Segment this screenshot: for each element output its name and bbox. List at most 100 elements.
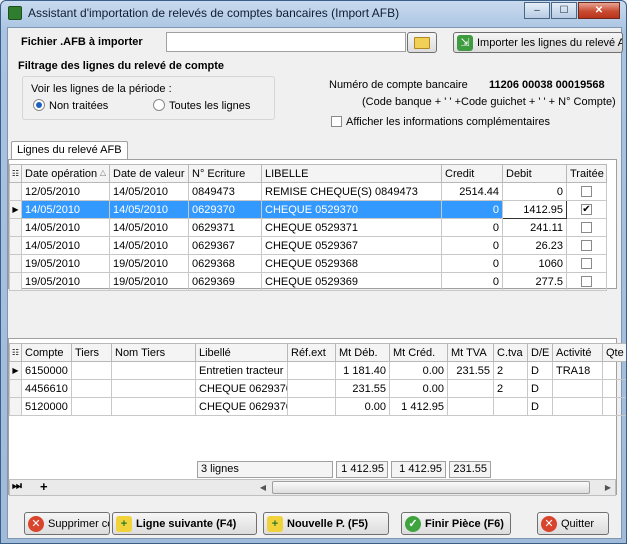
cell-ecriture[interactable]: 0629371 bbox=[188, 218, 262, 237]
cell-mt-cred[interactable]: 1 412.95 bbox=[389, 397, 448, 416]
cell-credit[interactable]: 2514.44 bbox=[441, 182, 503, 201]
cell-compte[interactable]: 5120000 bbox=[21, 397, 72, 416]
cell-qte[interactable] bbox=[602, 379, 626, 398]
scroll-right-icon[interactable]: ▶ bbox=[600, 480, 616, 495]
cell-libelle[interactable]: CHEQUE 0629370 bbox=[195, 379, 288, 398]
cell-de[interactable]: D bbox=[527, 379, 553, 398]
cell-debit[interactable]: 26.23 bbox=[502, 236, 567, 255]
col-activite[interactable]: Activité bbox=[552, 343, 603, 362]
cell-ref[interactable] bbox=[287, 397, 336, 416]
nav-last-icon[interactable]: ⏭ bbox=[12, 480, 22, 493]
statement-row[interactable]: 14/05/2010 14/05/2010 0629367 CHEQUE 052936… bbox=[9, 236, 607, 255]
entry-row[interactable]: ▶ 6150000 Entretien tracteur 1 181.40 0.00 23… bbox=[9, 361, 626, 380]
file-path-input[interactable] bbox=[166, 32, 406, 52]
cell-traitee[interactable]: ✔ bbox=[566, 200, 607, 219]
col-traitee[interactable]: Traitée bbox=[566, 164, 607, 183]
col-compte[interactable]: Compte bbox=[21, 343, 72, 362]
cell-qte[interactable] bbox=[602, 361, 626, 380]
cell-libelle[interactable]: CHEQUE 0629370 bbox=[195, 397, 288, 416]
cell-libelle[interactable]: Entretien tracteur bbox=[195, 361, 288, 380]
cell-ctva[interactable] bbox=[493, 397, 528, 416]
cell-mt-tva[interactable] bbox=[447, 397, 494, 416]
cell-ecriture[interactable]: 0629367 bbox=[188, 236, 262, 255]
col-ecriture[interactable]: N° Ecriture bbox=[188, 164, 262, 183]
traitee-checkbox[interactable] bbox=[581, 222, 592, 234]
statement-row[interactable]: 14/05/2010 14/05/2010 0629371 CHEQUE 052937… bbox=[9, 218, 607, 237]
col-date-valeur[interactable]: Date de valeur bbox=[109, 164, 189, 183]
cell-date-operation[interactable]: 12/05/2010 bbox=[21, 182, 110, 201]
cell-date-operation[interactable]: 19/05/2010 bbox=[21, 254, 110, 273]
col-qte[interactable]: Qte bbox=[602, 343, 626, 362]
next-line-button[interactable]: + Ligne suivante (F4) bbox=[112, 512, 257, 535]
cell-traitee[interactable] bbox=[566, 182, 607, 201]
close-button[interactable]: ✕ bbox=[578, 2, 620, 19]
new-piece-button[interactable]: + Nouvelle P. (F5) bbox=[263, 512, 389, 535]
col-mt-tva[interactable]: Mt TVA bbox=[447, 343, 494, 362]
cell-debit[interactable]: 277.5 bbox=[502, 272, 567, 291]
cell-nom-tiers[interactable] bbox=[111, 379, 196, 398]
col-date-operation[interactable]: Date opération △ bbox=[21, 164, 110, 183]
cell-ref[interactable] bbox=[287, 361, 336, 380]
cell-date-valeur[interactable]: 14/05/2010 bbox=[109, 218, 189, 237]
cell-libelle[interactable]: CHEQUE 0529368 bbox=[261, 254, 442, 273]
cell-de[interactable]: D bbox=[527, 397, 553, 416]
cell-traitee[interactable] bbox=[566, 254, 607, 273]
cell-activite[interactable]: TRA18 bbox=[552, 361, 603, 380]
col-libelle[interactable]: LIBELLE bbox=[261, 164, 442, 183]
col-mt-cred[interactable]: Mt Créd. bbox=[389, 343, 448, 362]
col-libelle-entry[interactable]: Libellé bbox=[195, 343, 288, 362]
col-debit[interactable]: Debit bbox=[502, 164, 567, 183]
statement-row[interactable]: 19/05/2010 19/05/2010 0629368 CHEQUE 052936… bbox=[9, 254, 607, 273]
entry-row[interactable]: 5120000 CHEQUE 0629370 0.00 1 412.95 D bbox=[9, 397, 626, 416]
cell-credit[interactable]: 0 bbox=[441, 236, 503, 255]
cell-credit[interactable]: 0 bbox=[441, 200, 503, 219]
cell-ctva[interactable]: 2 bbox=[493, 379, 528, 398]
tab-statement-lines[interactable]: Lignes du relevé AFB bbox=[11, 141, 128, 160]
cell-mt-cred[interactable]: 0.00 bbox=[389, 361, 448, 380]
cell-ecriture[interactable]: 0629369 bbox=[188, 272, 262, 291]
cell-ref[interactable] bbox=[287, 379, 336, 398]
cell-debit[interactable]: 1412.95 bbox=[502, 200, 567, 219]
traitee-checkbox[interactable] bbox=[581, 240, 592, 252]
cell-libelle[interactable]: CHEQUE 0529370 bbox=[261, 200, 442, 219]
cell-date-valeur[interactable]: 14/05/2010 bbox=[109, 200, 189, 219]
cell-libelle[interactable]: CHEQUE 0529367 bbox=[261, 236, 442, 255]
cell-debit[interactable]: 0 bbox=[502, 182, 567, 201]
statement-row[interactable]: 19/05/2010 19/05/2010 0629369 CHEQUE 052936… bbox=[9, 272, 607, 291]
statement-row[interactable]: 12/05/2010 14/05/2010 0849473 REMISE CHEQUE… bbox=[9, 182, 607, 201]
cell-mt-deb[interactable]: 1 181.40 bbox=[335, 361, 390, 380]
cell-ecriture[interactable]: 0629368 bbox=[188, 254, 262, 273]
import-lines-button[interactable]: ⇲ Importer les lignes du relevé AFB bbox=[453, 32, 623, 53]
cell-traitee[interactable] bbox=[566, 218, 607, 237]
cell-debit[interactable]: 241.11 bbox=[502, 218, 567, 237]
cell-date-valeur[interactable]: 14/05/2010 bbox=[109, 236, 189, 255]
cell-mt-tva[interactable] bbox=[447, 379, 494, 398]
cell-credit[interactable]: 0 bbox=[441, 254, 503, 273]
browse-file-button[interactable] bbox=[407, 32, 437, 53]
scroll-left-icon[interactable]: ◀ bbox=[255, 480, 271, 495]
col-ref-ext[interactable]: Réf.ext bbox=[287, 343, 336, 362]
cell-date-operation[interactable]: 14/05/2010 bbox=[21, 218, 110, 237]
cell-date-operation[interactable]: 14/05/2010 bbox=[21, 236, 110, 255]
entry-row[interactable]: 4456610 CHEQUE 0629370 231.55 0.00 2 D bbox=[9, 379, 626, 398]
cell-date-operation[interactable]: 19/05/2010 bbox=[21, 272, 110, 291]
cell-libelle[interactable]: REMISE CHEQUE(S) 0849473 bbox=[261, 182, 442, 201]
scroll-thumb[interactable] bbox=[272, 481, 590, 494]
cell-tiers[interactable] bbox=[71, 361, 112, 380]
cell-compte[interactable]: 4456610 bbox=[21, 379, 72, 398]
cell-ctva[interactable]: 2 bbox=[493, 361, 528, 380]
cell-libelle[interactable]: CHEQUE 0529369 bbox=[261, 272, 442, 291]
cell-compte[interactable]: 6150000 bbox=[21, 361, 72, 380]
cell-activite[interactable] bbox=[552, 379, 603, 398]
statement-row[interactable]: ▶ 14/05/2010 14/05/2010 0629370 CHEQUE 05293… bbox=[9, 200, 607, 219]
entries-horizontal-scrollbar[interactable]: ⏭ + ◀ ▶ bbox=[9, 479, 616, 496]
cell-tiers[interactable] bbox=[71, 379, 112, 398]
cell-traitee[interactable] bbox=[566, 236, 607, 255]
cell-mt-deb[interactable]: 231.55 bbox=[335, 379, 390, 398]
radio-all-lines[interactable]: Toutes les lignes bbox=[153, 99, 250, 112]
finish-piece-button[interactable]: ✓ Finir Pièce (F6) bbox=[401, 512, 511, 535]
cell-activite[interactable] bbox=[552, 397, 603, 416]
col-de[interactable]: D/E bbox=[527, 343, 553, 362]
col-nom-tiers[interactable]: Nom Tiers bbox=[111, 343, 196, 362]
cell-de[interactable]: D bbox=[527, 361, 553, 380]
